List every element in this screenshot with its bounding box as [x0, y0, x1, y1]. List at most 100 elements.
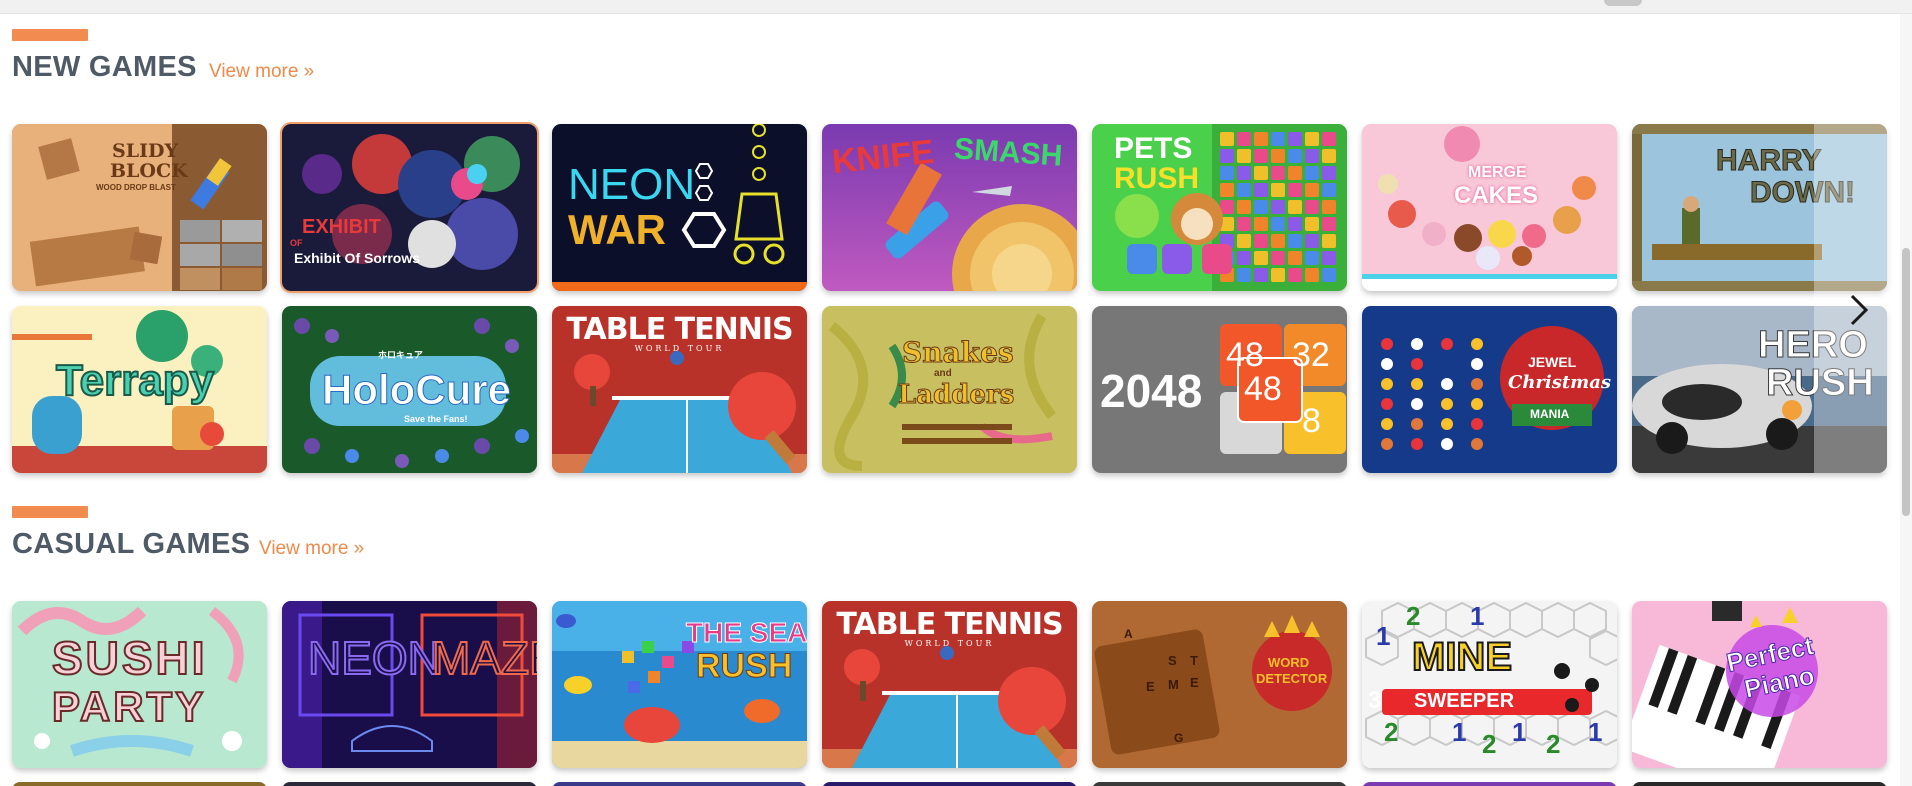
- puzzle-block: [1237, 200, 1251, 214]
- puzzle-block: [1288, 200, 1302, 214]
- game-title: SUSHI: [51, 631, 208, 685]
- game-card-knife-smash[interactable]: KNIFE SMASH: [822, 124, 1077, 291]
- scrollbar-track[interactable]: [1900, 14, 1912, 786]
- game-title: EXHIBIT: [302, 216, 381, 238]
- puzzle-block: [1288, 149, 1302, 163]
- game-card-2048[interactable]: 2048 48 32 48 8: [1092, 306, 1347, 473]
- game-card-neon-maze[interactable]: NEON MAZE: [282, 601, 537, 768]
- mine-number: 1: [1470, 601, 1485, 631]
- tile-value: 8: [1302, 402, 1321, 440]
- game-title: Christmas: [1508, 372, 1612, 393]
- mine-number: 2: [1384, 717, 1399, 747]
- game-title: TABLE TENNIS: [836, 607, 1063, 642]
- puzzle-block: [1322, 132, 1336, 146]
- card-edge: [1362, 782, 1617, 786]
- game-title: NEON: [307, 631, 442, 685]
- puzzle-block: [1220, 149, 1234, 163]
- puzzle-block: [1305, 217, 1319, 231]
- game-title: RUSH: [1114, 162, 1200, 195]
- game-card-neon-war[interactable]: NEON WAR: [552, 124, 807, 291]
- puzzle-block: [1254, 166, 1268, 180]
- game-card-table-tennis[interactable]: TABLE TENNIS WORLD TOUR: [552, 306, 807, 473]
- game-title: PETS: [1114, 132, 1193, 165]
- game-card-jewel-christmas-mania[interactable]: JEWEL Christmas MANIA: [1362, 306, 1617, 473]
- game-subtitle: WOOD DROP BLAST: [96, 183, 176, 192]
- game-title: NEON: [568, 160, 696, 209]
- game-title: PARTY: [51, 682, 207, 731]
- card-edge: [1092, 782, 1347, 786]
- puzzle-block: [1305, 251, 1319, 265]
- puzzle-block: [1322, 183, 1336, 197]
- view-more-link[interactable]: View more »: [209, 61, 314, 83]
- puzzle-block: [1305, 166, 1319, 180]
- puzzle-block: [1254, 183, 1268, 197]
- carousel-next-button[interactable]: [1842, 290, 1876, 330]
- puzzle-block: [1271, 183, 1285, 197]
- game-card-snakes-and-ladders[interactable]: Snakes and Ladders: [822, 306, 1077, 473]
- puzzle-block: [1237, 251, 1251, 265]
- game-card-word-detector[interactable]: A S T E M E G WORD DETECTOR: [1092, 601, 1347, 768]
- game-title: HARRY: [1716, 144, 1823, 178]
- section-title: CASUAL GAMES: [12, 528, 251, 560]
- puzzle-block: [1271, 132, 1285, 146]
- puzzle-block: [1271, 268, 1285, 282]
- game-title: BLOCK: [110, 160, 188, 182]
- card-edge: [12, 782, 267, 786]
- game-title: RUSH: [695, 647, 793, 686]
- game-card-slidy-block[interactable]: SLIDY BLOCK WOOD DROP BLAST: [12, 124, 267, 291]
- letter-tile: T: [1190, 653, 1198, 668]
- mine-number: 2: [1406, 601, 1421, 631]
- letter-tile: S: [1168, 653, 1177, 668]
- puzzle-block: [1305, 200, 1319, 214]
- game-title: OF: [290, 238, 303, 248]
- game-card-perfect-piano[interactable]: Perfect Piano: [1632, 601, 1887, 768]
- user-avatar-edge[interactable]: [1604, 0, 1642, 6]
- scrollbar-thumb[interactable]: [1902, 248, 1910, 516]
- puzzle-block: [1254, 149, 1268, 163]
- page: NEW GAMES View more » SLIDY BLOCK WOOD D…: [0, 0, 1912, 786]
- card-edge: [282, 782, 537, 786]
- game-title: SWEEPER: [1414, 690, 1515, 712]
- puzzle-block: [1288, 132, 1302, 146]
- letter-tile: A: [1124, 627, 1133, 641]
- game-subtitle: WORLD TOUR: [634, 344, 725, 353]
- letter-tile: E: [1146, 679, 1155, 694]
- puzzle-block: [1254, 251, 1268, 265]
- puzzle-block: [1288, 166, 1302, 180]
- game-title: WAR: [568, 206, 666, 253]
- game-title: MINE: [1411, 634, 1513, 680]
- game-title: Snakes: [902, 336, 1015, 370]
- game-card-sushi-party[interactable]: SUSHI PARTY: [12, 601, 267, 768]
- puzzle-block: [1237, 166, 1251, 180]
- puzzle-block: [1271, 166, 1285, 180]
- game-card-the-sea-rush[interactable]: THE SEA RUSH: [552, 601, 807, 768]
- section-accent-bar: [12, 29, 88, 41]
- game-card-merge-cakes[interactable]: MERGE CAKES: [1362, 124, 1617, 291]
- puzzle-block: [1220, 183, 1234, 197]
- game-card-exhibit-of-sorrows[interactable]: EXHIBIT OF Exhibit Of Sorrows: [282, 124, 537, 291]
- puzzle-block: [1305, 234, 1319, 248]
- game-card-mine-sweeper[interactable]: MINE SWEEPER 3 2 1 2 1 2 1 2 1 1: [1362, 601, 1617, 768]
- puzzle-block: [1305, 268, 1319, 282]
- puzzle-block: [1322, 217, 1336, 231]
- section-title: NEW GAMES: [12, 51, 197, 83]
- game-card-holocure[interactable]: ホロキュア HoloCure Save the Fans!: [282, 306, 537, 473]
- puzzle-block: [1322, 251, 1336, 265]
- game-card-table-tennis[interactable]: TABLE TENNIS WORLD TOUR: [822, 601, 1077, 768]
- game-title: Terrapy: [55, 355, 215, 406]
- game-card-pets-rush[interactable]: PETS RUSH: [1092, 124, 1347, 291]
- puzzle-block: [1305, 132, 1319, 146]
- puzzle-block: [1220, 132, 1234, 146]
- puzzle-block: [1288, 251, 1302, 265]
- game-title: THE SEA: [685, 617, 807, 649]
- game-title: SLIDY: [112, 140, 179, 162]
- game-title: TABLE TENNIS: [566, 312, 793, 347]
- puzzle-block: [1254, 200, 1268, 214]
- puzzle-block: [1254, 217, 1268, 231]
- puzzle-block: [1288, 183, 1302, 197]
- card-edge: [552, 782, 807, 786]
- game-card-terrapy[interactable]: Terrapy: [12, 306, 267, 473]
- view-more-link[interactable]: View more »: [259, 538, 364, 560]
- puzzle-block: [1237, 234, 1251, 248]
- game-title: JEWEL: [1528, 354, 1577, 370]
